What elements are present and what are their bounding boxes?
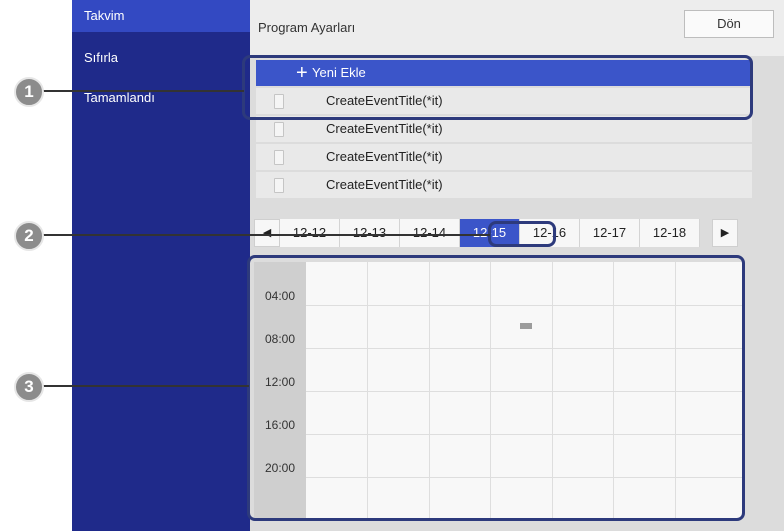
sidebar-item-label: Takvim xyxy=(84,8,125,23)
event-toggle-icon[interactable] xyxy=(274,150,284,165)
event-toggle-icon[interactable] xyxy=(274,122,284,137)
event-title: CreateEventTitle(*it) xyxy=(326,177,443,192)
event-title: CreateEventTitle(*it) xyxy=(326,121,443,136)
callout-badge-3: 3 xyxy=(14,372,44,402)
date-tab[interactable]: 12-12 xyxy=(280,219,340,247)
callout-line-3 xyxy=(40,385,249,387)
next-dates-button[interactable]: ▶ xyxy=(712,219,738,247)
date-tab[interactable]: 12-17 xyxy=(580,219,640,247)
event-title: CreateEventTitle(*it) xyxy=(326,149,443,164)
callout-highlight-3 xyxy=(247,255,745,521)
sidebar-item-label: Tamamlandı xyxy=(84,90,155,105)
chevron-left-icon: ◀ xyxy=(262,227,272,239)
callout-highlight-1 xyxy=(242,55,753,120)
sidebar-item-takvim[interactable]: Takvim xyxy=(72,0,250,32)
date-tab[interactable]: 12-13 xyxy=(340,219,400,247)
sidebar: Takvim Sıfırla Tamamlandı xyxy=(72,0,250,531)
header: Program Ayarları Dön xyxy=(250,0,784,56)
chevron-right-icon: ▶ xyxy=(720,227,730,239)
callout-badge-2: 2 xyxy=(14,221,44,251)
sidebar-item-reset[interactable]: Sıfırla xyxy=(72,42,250,74)
callout-badge-1: 1 xyxy=(14,77,44,107)
page-title: Program Ayarları xyxy=(258,20,356,35)
sidebar-item-label: Sıfırla xyxy=(84,50,118,65)
event-item[interactable]: CreateEventTitle(*it) xyxy=(256,172,752,198)
event-item[interactable]: CreateEventTitle(*it) xyxy=(256,144,752,170)
event-toggle-icon[interactable] xyxy=(274,178,284,193)
date-tab[interactable]: 12-18 xyxy=(640,219,700,247)
back-button[interactable]: Dön xyxy=(684,10,774,38)
date-tab[interactable]: 12-14 xyxy=(400,219,460,247)
callout-line-1 xyxy=(40,90,244,92)
prev-dates-button[interactable]: ◀ xyxy=(254,219,280,247)
callout-line-2 xyxy=(40,234,490,236)
callout-highlight-2 xyxy=(488,221,556,247)
sidebar-item-done[interactable]: Tamamlandı xyxy=(72,82,250,114)
